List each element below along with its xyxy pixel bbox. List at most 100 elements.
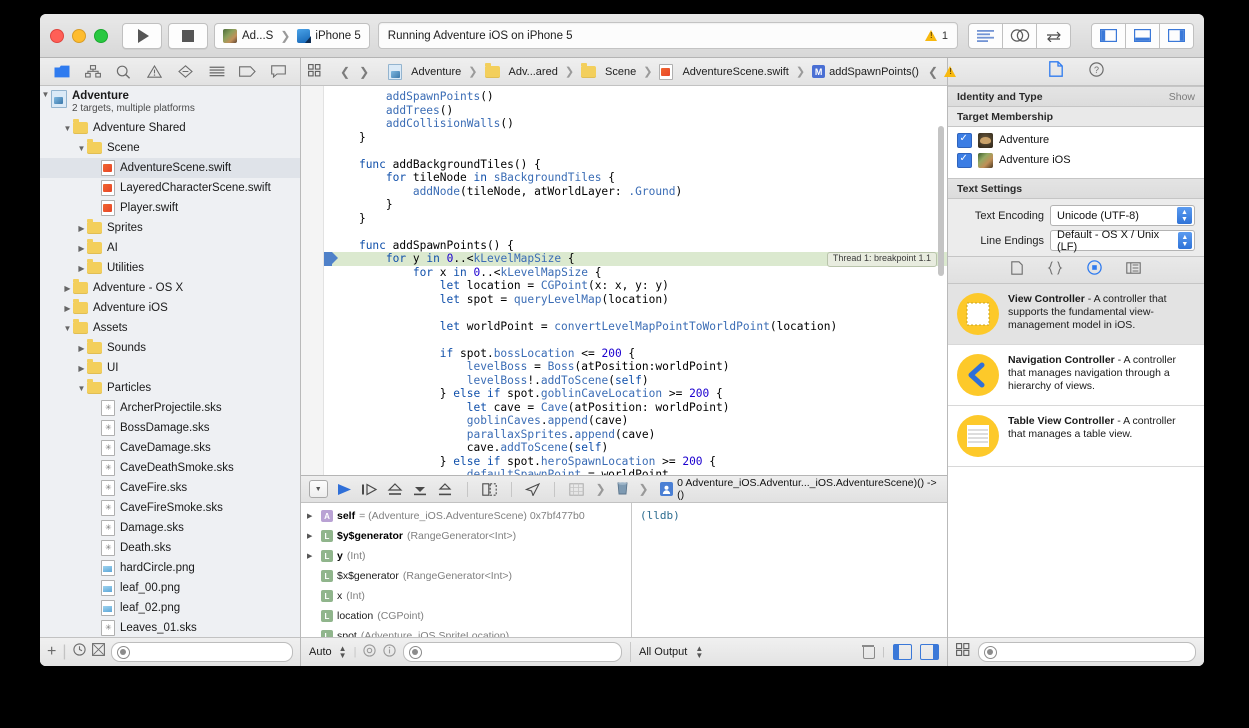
media-library-tab[interactable] <box>1126 261 1141 279</box>
code-line[interactable]: for tileNode in sBackgroundTiles { <box>324 171 947 185</box>
scope-stepper-icon[interactable]: ▲▼ <box>339 645 347 659</box>
disclosure-triangle[interactable]: ▶ <box>307 552 317 560</box>
quick-help-inspector-tab[interactable]: ? <box>1089 62 1104 82</box>
breakpoint-marker[interactable] <box>324 252 332 266</box>
step-out-button[interactable] <box>412 481 428 498</box>
add-item-button[interactable]: + <box>47 645 56 659</box>
breadcrumb-item-3[interactable]: AdventureScene.swift <box>682 66 788 78</box>
standard-editor-button[interactable] <box>968 23 1003 49</box>
tree-row-leaf-02-png[interactable]: leaf_02.png <box>40 598 300 618</box>
assistant-editor-button[interactable] <box>1003 23 1037 49</box>
code-line[interactable]: goblinCaves.append(cave) <box>324 414 947 428</box>
clear-console-button[interactable] <box>862 645 874 659</box>
step-up-button[interactable] <box>437 481 453 498</box>
variables-filter-field[interactable] <box>403 642 622 662</box>
toggle-utilities-button[interactable] <box>1160 23 1194 49</box>
code-line[interactable]: parallaxSprites.append(cave) <box>324 428 947 442</box>
tree-row-cavedeathsmoke-sks[interactable]: CaveDeathSmoke.sks <box>40 458 300 478</box>
code-line[interactable]: if spot.bossLocation <= 200 { <box>324 347 947 361</box>
disclosure-triangle[interactable]: ▶ <box>62 284 73 293</box>
disclosure-triangle[interactable]: ▼ <box>62 324 73 333</box>
disclosure-triangle[interactable]: ▶ <box>307 512 317 520</box>
target-row[interactable]: Adventure iOS <box>948 150 1204 170</box>
breadcrumb-item-4[interactable]: addSpawnPoints() <box>829 66 919 78</box>
code-line[interactable]: let worldPoint = convertLevelMapPointToW… <box>324 320 947 334</box>
breadcrumb-item-1[interactable]: Adv...ared <box>509 66 558 78</box>
tree-row-leaves-01-sks[interactable]: Leaves_01.sks <box>40 618 300 637</box>
debug-view-hierarchy-button[interactable] <box>482 481 497 498</box>
code-line[interactable]: } <box>324 212 947 226</box>
code-line[interactable]: levelBoss = Boss(atPosition:worldPoint) <box>324 360 947 374</box>
go-back-button[interactable]: ❮ <box>337 65 353 79</box>
identity-and-type-header[interactable]: Identity and Type Show <box>948 86 1204 107</box>
editor-gutter[interactable] <box>301 86 324 475</box>
library-item[interactable]: Table View Controller - A controller tha… <box>948 406 1204 467</box>
close-button[interactable] <box>50 29 64 43</box>
hide-debug-area-button[interactable]: ▼ <box>309 480 328 498</box>
find-navigator-tab[interactable] <box>114 63 134 81</box>
tree-row-bossdamage-sks[interactable]: BossDamage.sks <box>40 418 300 438</box>
variables-view[interactable]: ▶Aself = (Adventure_iOS.AdventureScene) … <box>301 503 632 637</box>
code-line[interactable]: for x in 0..<kLevelMapSize { <box>324 266 947 280</box>
disclosure-triangle[interactable]: ▶ <box>62 304 73 313</box>
code-line[interactable]: func addBackgroundTiles() { <box>324 158 947 172</box>
file-template-library-tab[interactable] <box>1011 261 1023 280</box>
code-line[interactable]: } else if spot.heroSpawnLocation >= 200 … <box>324 455 947 469</box>
tree-row-death-sks[interactable]: Death.sks <box>40 538 300 558</box>
breakpoint-navigator-tab[interactable] <box>238 63 258 81</box>
tree-row-cavefiresmoke-sks[interactable]: CaveFireSmoke.sks <box>40 498 300 518</box>
library-item[interactable]: Navigation Controller - A controller tha… <box>948 345 1204 406</box>
toggle-debug-area-button[interactable] <box>1126 23 1160 49</box>
scrollbar-thumb[interactable] <box>938 126 944 276</box>
code-line[interactable]: cave.addToScene(self) <box>324 441 947 455</box>
tree-row-layeredcharacterscene-swift[interactable]: LayeredCharacterScene.swift <box>40 178 300 198</box>
source-control-filter-button[interactable] <box>92 643 105 661</box>
source-editor[interactable]: addSpawnPoints() addTrees() addCollision… <box>301 86 947 475</box>
code-line[interactable]: addTrees() <box>324 104 947 118</box>
variable-row[interactable]: Lspot (Adventure_iOS.SpriteLocation) <box>301 626 631 637</box>
go-forward-button[interactable]: ❯ <box>356 65 372 79</box>
console-output-selector[interactable]: All Output <box>639 646 687 658</box>
tree-row-adventure-ios[interactable]: ▶Adventure iOS <box>40 298 300 318</box>
disclosure-triangle[interactable]: ▶ <box>76 224 87 233</box>
object-library-tab[interactable] <box>1087 260 1102 280</box>
disclosure-triangle[interactable]: ▼ <box>62 124 73 133</box>
disclosure-triangle[interactable]: ▼ <box>76 384 87 393</box>
target-checkbox[interactable] <box>957 153 972 168</box>
target-row[interactable]: Adventure <box>948 130 1204 150</box>
code-line[interactable]: levelBoss!.addToScene(self) <box>324 374 947 388</box>
library-item[interactable]: View Controller - A controller that supp… <box>948 284 1204 345</box>
console-view[interactable]: (lldb) <box>632 503 947 637</box>
code-line[interactable]: for y in 0..<kLevelMapSize {Thread 1: br… <box>324 252 947 266</box>
previous-issue-button[interactable]: ❮ <box>925 65 941 79</box>
code-line[interactable] <box>324 333 947 347</box>
variable-row[interactable]: Lx (Int) <box>301 586 631 606</box>
tree-row-sprites[interactable]: ▶Sprites <box>40 218 300 238</box>
thread-icon[interactable] <box>617 481 628 498</box>
code-line[interactable] <box>324 306 947 320</box>
output-stepper-icon[interactable]: ▲▼ <box>695 645 703 659</box>
tree-row-adventure-os-x[interactable]: ▶Adventure - OS X <box>40 278 300 298</box>
process-icon[interactable] <box>569 481 584 498</box>
disclosure-triangle[interactable]: ▶ <box>76 364 87 373</box>
code-line[interactable] <box>324 225 947 239</box>
variable-row[interactable]: Llocation (CGPoint) <box>301 606 631 626</box>
variable-row[interactable]: ▶Ly (Int) <box>301 546 631 566</box>
text-encoding-select[interactable]: Unicode (UTF-8) ▲▼ <box>1050 205 1195 226</box>
toggle-navigator-button[interactable] <box>1091 23 1126 49</box>
tree-row-adventure-shared[interactable]: ▼Adventure Shared <box>40 118 300 138</box>
tree-row-cavefire-sks[interactable]: CaveFire.sks <box>40 478 300 498</box>
breadcrumb-item-2[interactable]: Scene <box>605 66 636 78</box>
tree-row-adventurescene-swift[interactable]: AdventureScene.swift <box>40 158 300 178</box>
target-checkbox[interactable] <box>957 133 972 148</box>
tree-row-hardcircle-png[interactable]: hardCircle.png <box>40 558 300 578</box>
continue-button[interactable] <box>337 481 352 498</box>
code-line[interactable]: addCollisionWalls() <box>324 117 947 131</box>
stack-frame-selector[interactable]: 0 Adventure_iOS.Adventur..._iOS.Adventur… <box>660 477 939 501</box>
recent-files-button[interactable] <box>73 643 86 661</box>
line-endings-select[interactable]: Default - OS X / Unix (LF) ▲▼ <box>1050 230 1195 251</box>
code-line[interactable]: let spot = queryLevelMap(location) <box>324 293 947 307</box>
minimize-button[interactable] <box>72 29 86 43</box>
tree-row-player-swift[interactable]: Player.swift <box>40 198 300 218</box>
code-line[interactable]: } <box>324 131 947 145</box>
